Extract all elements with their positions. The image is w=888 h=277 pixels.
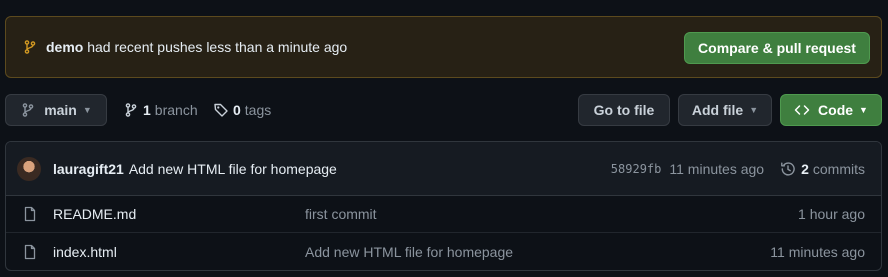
add-file-button[interactable]: Add file ▼	[678, 94, 772, 126]
recent-push-banner: demo had recent pushes less than a minut…	[5, 16, 882, 78]
file-icon	[22, 244, 38, 260]
push-message-text: had recent pushes less than a minute ago	[87, 39, 348, 55]
file-browser: lauragift21 Add new HTML file for homepa…	[5, 141, 882, 271]
tag-icon	[213, 102, 229, 118]
code-icon	[794, 102, 810, 118]
file-commit-message[interactable]: first commit	[305, 206, 377, 222]
file-row[interactable]: index.html Add new HTML file for homepag…	[6, 233, 881, 270]
commit-time[interactable]: 11 minutes ago	[669, 161, 764, 177]
chevron-down-icon: ▼	[82, 105, 92, 115]
file-age: 11 minutes ago	[770, 243, 865, 260]
repo-toolbar: main ▼ 1 branch 0 tags Go to file Add fi…	[5, 94, 882, 126]
git-branch-icon	[123, 102, 139, 118]
commit-message[interactable]: Add new HTML file for homepage	[129, 161, 337, 177]
latest-commit-row: lauragift21 Add new HTML file for homepa…	[6, 142, 881, 196]
go-to-file-button[interactable]: Go to file	[578, 94, 670, 126]
git-branch-icon	[20, 102, 36, 118]
branch-select-label: main	[44, 102, 77, 118]
commit-word: commits	[812, 161, 865, 177]
branch-word: branch	[154, 102, 198, 118]
commit-sha[interactable]: 58929fb	[611, 162, 662, 176]
chevron-down-icon: ▼	[749, 105, 759, 115]
file-age: 1 hour ago	[798, 206, 865, 222]
tag-count: 0	[233, 102, 241, 118]
commits-link[interactable]: 2 commits	[780, 161, 865, 177]
history-icon	[780, 161, 796, 177]
file-icon	[22, 206, 38, 222]
git-branch-icon	[22, 39, 38, 55]
chevron-down-icon: ▼	[859, 105, 868, 115]
push-message: demo had recent pushes less than a minut…	[46, 39, 347, 55]
tags-link[interactable]: 0 tags	[213, 94, 271, 126]
pushed-branch-name[interactable]: demo	[46, 39, 83, 55]
avatar[interactable]	[17, 156, 41, 181]
branch-select-button[interactable]: main ▼	[5, 94, 107, 126]
compare-pull-request-button[interactable]: Compare & pull request	[684, 32, 870, 64]
branches-link[interactable]: 1 branch	[123, 94, 198, 126]
file-commit-message[interactable]: Add new HTML file for homepage	[305, 244, 513, 260]
code-button[interactable]: Code ▼	[780, 94, 882, 126]
add-file-label: Add file	[691, 102, 744, 118]
branch-count: 1	[143, 102, 151, 118]
commit-meta: 58929fb 11 minutes ago 2 commits	[611, 142, 865, 196]
file-name[interactable]: README.md	[53, 206, 136, 222]
commit-author[interactable]: lauragift21	[53, 161, 124, 177]
tag-word: tags	[244, 102, 272, 118]
commit-count: 2	[801, 161, 809, 177]
code-button-label: Code	[818, 102, 854, 118]
repo-page: demo had recent pushes less than a minut…	[0, 0, 888, 277]
file-name[interactable]: index.html	[53, 244, 117, 260]
file-row[interactable]: README.md first commit 1 hour ago	[6, 196, 881, 233]
